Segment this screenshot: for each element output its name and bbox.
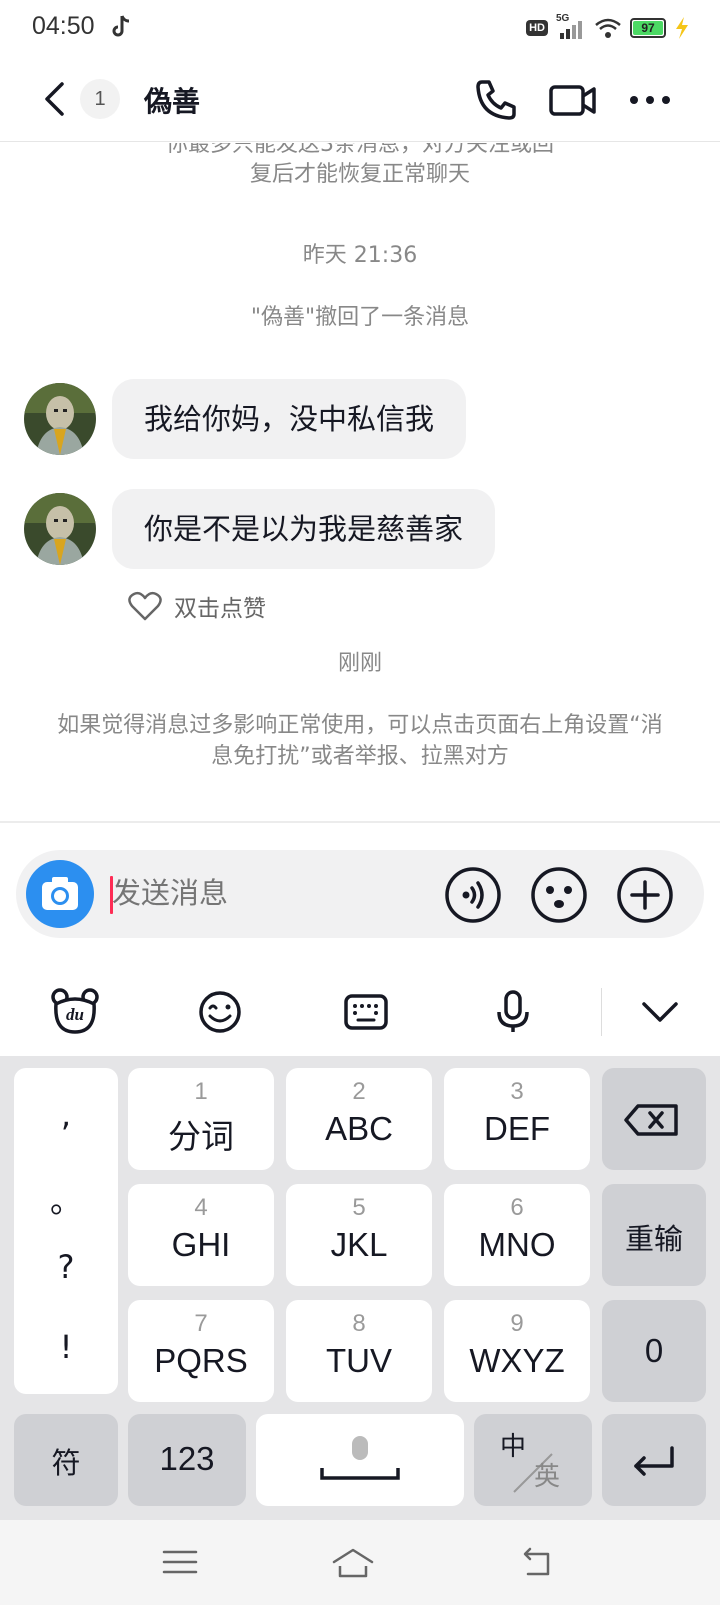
- symbols-key[interactable]: 符: [14, 1414, 118, 1506]
- baidu-ime-logo-icon[interactable]: du: [50, 988, 100, 1036]
- key-1[interactable]: 1 分词: [128, 1068, 274, 1170]
- message-input[interactable]: [112, 850, 412, 938]
- avatar[interactable]: [24, 383, 96, 455]
- divider: [0, 821, 720, 823]
- keyboard-layout-icon[interactable]: [342, 988, 390, 1036]
- key-7[interactable]: 7 PQRS: [128, 1300, 274, 1402]
- emoji-icon[interactable]: [530, 866, 588, 924]
- emoji-panel-icon[interactable]: [196, 988, 244, 1036]
- timestamp: 昨天 21:36: [302, 243, 418, 268]
- key-4[interactable]: 4 GHI: [128, 1184, 274, 1286]
- phone-call-icon[interactable]: [472, 76, 520, 124]
- chat-message-list[interactable]: 你最多只能发送3条消息，对方关注或回 复后才能恢复正常聊天 昨天 21:36 "…: [0, 143, 720, 821]
- punct-question-key[interactable]: ?: [14, 1248, 118, 1286]
- tiktok-icon: [112, 15, 130, 37]
- heart-icon[interactable]: [128, 591, 162, 621]
- charging-icon: [676, 17, 688, 39]
- ime-keyboard: , 。 ? ! 1 分词 2 ABC 3 DEF 4 GHI 5 JKL 6 M…: [0, 1056, 720, 1520]
- battery-level: 97: [641, 21, 655, 35]
- unread-count-badge[interactable]: 1: [80, 79, 120, 119]
- key-9[interactable]: 9 WXYZ: [444, 1300, 590, 1402]
- lang-en-label: 英: [534, 1462, 561, 1492]
- wifi-icon: [595, 18, 621, 38]
- status-bar: 04:50 HD 5G 97: [0, 0, 720, 56]
- message-limit-notice-line1: 你最多只能发送3条消息，对方关注或回: [166, 143, 554, 157]
- like-action[interactable]: 双击点赞: [128, 589, 266, 623]
- signal-icon: 5G: [556, 13, 586, 41]
- message-bubble[interactable]: 我给你妈，没中私信我: [112, 379, 467, 459]
- chat-header: 1 偽善: [0, 56, 720, 142]
- message-limit-notice-line2: 复后才能恢复正常聊天: [249, 162, 470, 187]
- voice-message-icon[interactable]: [444, 866, 502, 924]
- recall-notice: "偽善"撤回了一条消息: [250, 305, 470, 330]
- key-6[interactable]: 6 MNO: [444, 1184, 590, 1286]
- slash-divider: [513, 1453, 553, 1493]
- like-label: 双击点赞: [174, 596, 266, 622]
- camera-button[interactable]: [26, 860, 94, 928]
- baidu-ime-logo-text: du: [66, 1005, 84, 1024]
- spam-notice-line2: 息免打扰”或者举报、拉黑对方: [211, 744, 509, 769]
- key-2[interactable]: 2 ABC: [286, 1068, 432, 1170]
- enter-key[interactable]: [602, 1414, 706, 1506]
- home-icon[interactable]: [330, 1544, 376, 1580]
- more-options-icon[interactable]: [626, 76, 674, 124]
- collapse-keyboard-icon[interactable]: [636, 988, 684, 1036]
- timestamp: 刚刚: [337, 651, 382, 676]
- back-arrow-icon[interactable]: [38, 78, 72, 120]
- space-bar-icon: [320, 1436, 400, 1480]
- system-nav-bar: [0, 1520, 720, 1605]
- add-more-icon[interactable]: [616, 866, 674, 924]
- punct-period-key[interactable]: 。: [14, 1176, 118, 1222]
- message-bubble[interactable]: 你是不是以为我是慈善家: [112, 489, 496, 569]
- message-input-bar: [16, 850, 704, 938]
- punct-comma-key[interactable]: ,: [14, 1096, 118, 1134]
- back-nav-icon[interactable]: [516, 1544, 556, 1580]
- backspace-icon: [624, 1104, 678, 1136]
- toolbar-divider: [601, 988, 602, 1036]
- punct-exclamation-key[interactable]: !: [14, 1328, 118, 1366]
- chat-title[interactable]: 偽善: [144, 80, 200, 120]
- key-5[interactable]: 5 JKL: [286, 1184, 432, 1286]
- space-key[interactable]: [256, 1414, 464, 1506]
- microphone-icon[interactable]: [489, 988, 537, 1036]
- key-3[interactable]: 3 DEF: [444, 1068, 590, 1170]
- enter-icon: [634, 1446, 674, 1476]
- battery-icon: 97: [630, 18, 666, 38]
- status-time: 04:50: [32, 12, 95, 40]
- camera-icon: [42, 877, 78, 910]
- spam-notice-line1: 如果觉得消息过多影响正常使用，可以点击页面右上角设置“消: [57, 713, 663, 738]
- ime-toolbar: du: [0, 968, 720, 1056]
- backspace-key[interactable]: [602, 1068, 706, 1170]
- avatar[interactable]: [24, 493, 96, 565]
- menu-icon[interactable]: [160, 1544, 200, 1580]
- punctuation-column[interactable]: , 。 ? !: [14, 1068, 118, 1394]
- hd-icon: HD: [526, 20, 548, 36]
- reinput-key[interactable]: 重输: [602, 1184, 706, 1286]
- key-0[interactable]: 0: [602, 1300, 706, 1402]
- numbers-key[interactable]: 123: [128, 1414, 246, 1506]
- video-call-icon[interactable]: [548, 76, 598, 124]
- status-icons: HD 5G 97: [526, 13, 690, 42]
- key-8[interactable]: 8 TUV: [286, 1300, 432, 1402]
- language-toggle-key[interactable]: 中 英: [474, 1414, 592, 1506]
